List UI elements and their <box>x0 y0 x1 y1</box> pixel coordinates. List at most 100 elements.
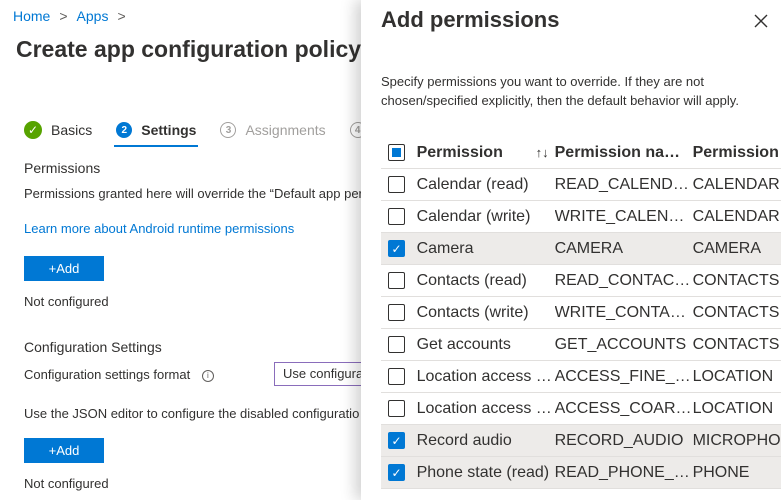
json-editor-text: Use the JSON editor to configure the dis… <box>24 406 360 421</box>
table-row[interactable]: Contacts (read) READ_CONTACTS CONTACTS <box>381 265 781 297</box>
permissions-table: Permission ↑↓ Permission name↑↓ Permissi… <box>381 137 781 489</box>
step-number: 3 <box>220 122 237 138</box>
column-label: Permission name <box>554 143 688 161</box>
permission-name-cell: ACCESS_COARSE_LO... <box>554 399 693 417</box>
config-format-row: Configuration settings format i <box>24 367 214 382</box>
wizard-steps: ✓ Basics 2 Settings 3 Assignments 4 <box>24 116 390 147</box>
close-icon[interactable] <box>752 12 770 30</box>
step-assignments[interactable]: 3 Assignments <box>220 116 326 144</box>
row-checkbox-cell <box>381 336 417 353</box>
permission-cell: Camera <box>416 239 474 257</box>
row-checkbox-cell <box>381 400 417 417</box>
permission-name-cell: ACCESS_FINE_LOCA... <box>554 367 693 385</box>
row-checkbox[interactable] <box>388 400 405 417</box>
permission-name-cell: RECORD_AUDIO <box>554 431 684 449</box>
row-checkbox[interactable] <box>388 304 405 321</box>
table-body: Calendar (read) READ_CALENDAR CALENDAR Cale… <box>381 169 781 489</box>
table-row[interactable]: Contacts (write) WRITE_CONTACTS CONTACTS <box>381 297 781 329</box>
permission-group-cell: CALENDAR <box>692 207 780 225</box>
table-row[interactable]: Calendar (write) WRITE_CALENDAR CALENDAR <box>381 201 781 233</box>
app-window: Home > Apps > Create app configuration p… <box>0 0 781 500</box>
permission-name-cell: READ_CONTACTS <box>554 271 693 289</box>
breadcrumb-home[interactable]: Home <box>13 8 50 24</box>
row-checkbox[interactable]: ✓ <box>388 240 405 257</box>
permission-cell: Location access (coa... <box>416 399 555 417</box>
permission-name-cell: READ_PHONE_STATE <box>554 463 693 481</box>
add-config-button[interactable]: +Add <box>24 438 104 463</box>
permission-cell: Contacts (read) <box>416 271 527 289</box>
permission-name-cell: CAMERA <box>554 239 624 257</box>
column-header-permission-group[interactable]: Permission <box>693 144 781 162</box>
column-header-permission[interactable]: Permission ↑↓ <box>417 144 555 162</box>
permissions-heading: Permissions <box>24 160 101 176</box>
table-row[interactable]: ✓ Phone state (read)READ_PHONE_STATEPHONE <box>381 457 781 489</box>
permission-name-cell: READ_CALENDAR <box>554 175 693 193</box>
table-row[interactable]: ✓ Record audio RECORD_AUDIO MICROPHO <box>381 425 781 457</box>
page-title: Create app configuration policy <box>16 36 362 62</box>
row-checkbox-cell <box>381 176 417 193</box>
learn-more-link[interactable]: Learn more about Android runtime permiss… <box>24 221 294 236</box>
row-checkbox[interactable] <box>388 272 405 289</box>
permission-cell: Contacts (write) <box>416 303 529 321</box>
row-checkbox[interactable] <box>388 368 405 385</box>
checkmark-icon: ✓ <box>24 121 42 139</box>
permission-group-cell: CALENDAR <box>692 175 780 193</box>
permission-group-cell: CAMERA <box>692 239 762 257</box>
table-row[interactable]: Location access (fine)ACCESS_FINE_LOCA..… <box>381 361 781 393</box>
column-label: Permission <box>416 143 503 161</box>
column-header-permission-name[interactable]: Permission name↑↓ <box>555 144 693 162</box>
permission-group-cell: MICROPHO <box>692 431 781 449</box>
step-basics[interactable]: ✓ Basics <box>24 116 92 144</box>
row-checkbox-cell: ✓ <box>381 432 417 449</box>
permission-cell: Record audio <box>416 431 512 449</box>
row-checkbox[interactable] <box>388 208 405 225</box>
table-row[interactable]: ✓ Camera CAMERA CAMERA <box>381 233 781 265</box>
permission-group-cell: CONTACTS <box>692 271 780 289</box>
table-row[interactable]: Get accounts GET_ACCOUNTS CONTACTS <box>381 329 781 361</box>
step-label: Assignments <box>245 122 326 138</box>
step-settings[interactable]: 2 Settings <box>114 116 199 147</box>
permission-group-cell: PHONE <box>692 463 750 481</box>
config-status: Not configured <box>24 476 109 491</box>
permission-group-cell: CONTACTS <box>692 303 780 321</box>
step-label: Basics <box>51 122 93 138</box>
permission-group-cell: LOCATION <box>692 399 774 417</box>
row-checkbox[interactable] <box>388 176 405 193</box>
add-permissions-panel: Add permissions Specify permissions you … <box>361 0 781 500</box>
permission-cell: Phone state (read) <box>416 463 550 481</box>
config-format-label: Configuration settings format <box>24 367 191 382</box>
row-checkbox[interactable]: ✓ <box>388 464 405 481</box>
sort-icon[interactable]: ↑↓ <box>536 145 549 160</box>
table-row[interactable]: Calendar (read) READ_CALENDAR CALENDAR <box>381 169 781 201</box>
row-checkbox-cell: ✓ <box>381 240 417 257</box>
row-checkbox-cell <box>381 208 417 225</box>
permission-name-cell: WRITE_CONTACTS <box>554 303 693 321</box>
row-checkbox[interactable]: ✓ <box>388 432 405 449</box>
permission-cell: Calendar (read) <box>416 175 529 193</box>
row-checkbox-cell: ✓ <box>381 464 417 481</box>
row-checkbox[interactable] <box>388 336 405 353</box>
info-icon[interactable]: i <box>201 369 214 382</box>
select-all-cell <box>381 144 417 161</box>
permission-group-cell: LOCATION <box>692 367 774 385</box>
permission-cell: Calendar (write) <box>416 207 531 225</box>
panel-title: Add permissions <box>381 7 560 32</box>
table-row[interactable]: Location access (coa...ACCESS_COARSE_LO.… <box>381 393 781 425</box>
row-checkbox-cell <box>381 368 417 385</box>
row-checkbox-cell <box>381 304 417 321</box>
permission-cell: Location access (fine) <box>416 367 555 385</box>
add-permissions-button[interactable]: +Add <box>24 256 104 281</box>
config-heading: Configuration Settings <box>24 339 162 355</box>
permission-cell: Get accounts <box>416 335 511 353</box>
permissions-description: Permissions granted here will override t… <box>24 186 363 201</box>
permission-name-cell: GET_ACCOUNTS <box>554 335 687 353</box>
step-label: Settings <box>141 122 197 138</box>
panel-description: Specify permissions you want to override… <box>381 74 739 108</box>
permissions-status: Not configured <box>24 294 109 309</box>
chevron-right-icon: > <box>59 8 68 24</box>
select-all-checkbox[interactable] <box>388 144 405 161</box>
chevron-right-icon: > <box>117 8 126 24</box>
table-header: Permission ↑↓ Permission name↑↓ Permissi… <box>381 137 781 169</box>
breadcrumb-apps[interactable]: Apps <box>77 8 109 24</box>
permission-name-cell: WRITE_CALENDAR <box>554 207 693 225</box>
